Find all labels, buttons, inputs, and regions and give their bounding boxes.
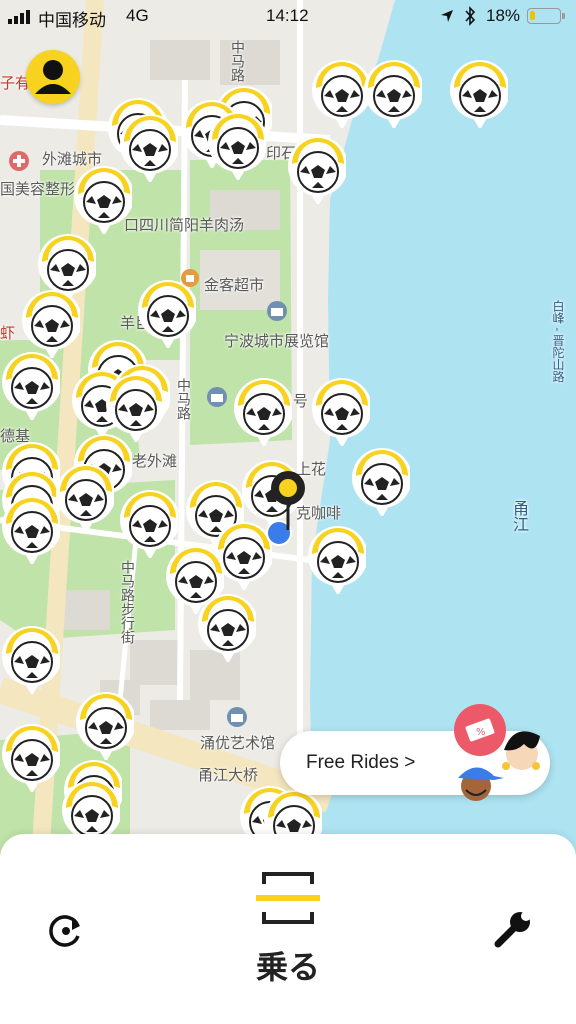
scan-button[interactable] xyxy=(254,870,322,930)
map-label-zhongma-road-mid: 中马路 xyxy=(176,378,192,420)
network-label: 4G xyxy=(126,6,149,25)
map-label-yongyou-art: 涌优艺术馆 xyxy=(200,735,276,752)
bike-pin-icon[interactable] xyxy=(196,592,256,662)
map-label-baifeng-road: 白峰 - 晋陀山路 xyxy=(551,300,565,383)
map-view[interactable]: 子有 外滩城市 国美容整形 印石 口四川简阳羊肉汤 金客超市 宁波城市展览馆 中… xyxy=(0,0,576,860)
map-label-jinke-market: 金客超市 xyxy=(204,277,265,294)
carrier-label: 中国移动 xyxy=(38,11,106,30)
profile-button[interactable] xyxy=(26,50,80,104)
bike-pin-icon[interactable] xyxy=(350,446,410,516)
map-label-beauty-clinic: 国美容整形 xyxy=(0,181,76,198)
battery-fill xyxy=(530,11,535,20)
bike-pin-icon[interactable] xyxy=(310,58,370,128)
location-pin-icon[interactable] xyxy=(268,468,308,538)
bike-pin-icon[interactable] xyxy=(72,164,132,234)
signal-icon xyxy=(8,10,30,24)
free-rides-label: Free Rides > xyxy=(306,752,416,773)
bluetooth-icon xyxy=(465,6,476,26)
wrench-icon xyxy=(494,911,531,948)
hospital-icon xyxy=(9,151,29,171)
museum-icon xyxy=(207,387,227,407)
bike-pin-icon[interactable] xyxy=(0,350,60,420)
bike-pin-icon[interactable] xyxy=(0,494,60,564)
map-label-ningbo-museum: 宁波城市展览馆 xyxy=(224,333,330,350)
bottom-panel: 乗る xyxy=(0,834,576,1024)
person-icon xyxy=(35,60,71,94)
bike-pin-icon[interactable] xyxy=(286,134,346,204)
time-label: 14:12 xyxy=(266,6,309,25)
map-label-yongjiang: 甬江 xyxy=(510,500,527,532)
bike-pin-icon[interactable] xyxy=(310,376,370,446)
location-arrow-icon xyxy=(441,10,453,22)
map-label-sichuan-noodle: 口四川简阳羊肉汤 xyxy=(124,217,245,234)
settings-button[interactable] xyxy=(490,908,534,952)
bike-pin-icon[interactable] xyxy=(206,110,266,180)
svg-text:%: % xyxy=(476,727,486,738)
bike-pin-icon[interactable] xyxy=(54,462,114,532)
battery-percent: 18% xyxy=(486,6,521,25)
map-label-zhongma-walk: 中马路步行街 xyxy=(120,560,136,644)
bike-pin-icon[interactable] xyxy=(0,624,60,694)
bike-pin-icon[interactable] xyxy=(232,376,292,446)
museum-icon xyxy=(267,301,287,321)
status-bar: 中国移动 4G 14:12 18% xyxy=(0,0,576,34)
museum-icon xyxy=(227,707,247,727)
map-label-xia: 虾 xyxy=(0,325,16,342)
bike-pin-icon[interactable] xyxy=(74,690,134,760)
bike-pin-icon[interactable] xyxy=(362,58,422,128)
bike-pin-icon[interactable] xyxy=(306,524,366,594)
map-label-zhongma-road-top: 中马路 xyxy=(230,40,246,82)
map-label-yongjiang-bridge: 甬江大桥 xyxy=(198,767,259,784)
boy-avatar-icon xyxy=(458,767,504,801)
map-label-hao: 号 xyxy=(293,393,309,410)
map-label-lao-waitan: 老外滩 xyxy=(132,453,178,470)
scan-icon xyxy=(256,872,320,924)
bike-pin-icon[interactable] xyxy=(20,288,80,358)
bike-pin-icon[interactable] xyxy=(448,58,508,128)
bike-pin-icon[interactable] xyxy=(0,722,60,792)
battery-icon xyxy=(527,8,565,24)
